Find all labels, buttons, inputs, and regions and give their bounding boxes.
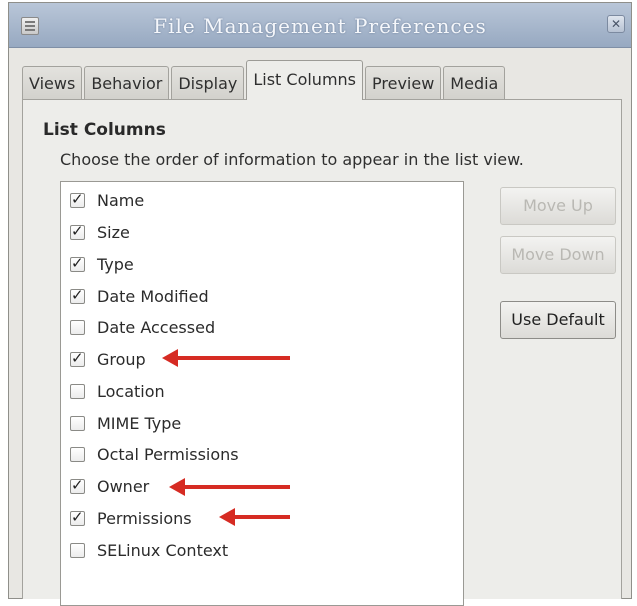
checkbox[interactable] — [70, 476, 85, 494]
tab-preview[interactable]: Preview — [365, 66, 442, 100]
tab-views[interactable]: Views — [22, 66, 83, 100]
list-item-type[interactable]: Type — [61, 252, 461, 276]
list-columns-panel: List Columns Choose the order of informa… — [22, 99, 622, 606]
list-item-octal-permissions[interactable]: Octal Permissions — [61, 442, 461, 466]
tab-display[interactable]: Display — [171, 66, 245, 100]
list-item-date-modified[interactable]: Date Modified — [61, 284, 461, 308]
list-item-date-accessed[interactable]: Date Accessed — [61, 315, 461, 339]
columns-list[interactable]: Name Size Type Date Modified Date Access… — [60, 181, 464, 606]
list-item-label: Location — [97, 381, 165, 401]
checkbox[interactable] — [70, 349, 85, 367]
checkbox[interactable] — [70, 222, 85, 240]
list-item-label: MIME Type — [97, 413, 182, 433]
move-up-button[interactable]: Move Up — [500, 187, 616, 225]
tab-list-columns[interactable]: List Columns — [246, 60, 364, 100]
list-item-label: Date Accessed — [97, 317, 216, 337]
tab-behavior[interactable]: Behavior — [84, 66, 170, 100]
list-item-label: Name — [97, 190, 145, 210]
checkbox[interactable] — [70, 415, 85, 431]
list-item-label: Permissions — [97, 508, 192, 528]
close-button[interactable]: ✕ — [607, 15, 625, 33]
use-default-button[interactable]: Use Default — [500, 301, 616, 339]
list-item-label: Date Modified — [97, 286, 209, 306]
list-item-label: Group — [97, 349, 146, 369]
list-item-selinux-context[interactable]: SELinux Context — [61, 538, 461, 562]
section-title: List Columns — [43, 120, 166, 140]
list-item-label: SELinux Context — [97, 540, 229, 560]
list-item-label: Owner — [97, 476, 150, 496]
checkbox[interactable] — [70, 508, 85, 526]
annotation-arrow-permissions — [219, 508, 290, 526]
annotation-arrow-group — [162, 349, 290, 367]
title-bar[interactable]: File Management Preferences ✕ — [9, 3, 631, 48]
list-item-label: Type — [97, 254, 134, 274]
list-item-mime-type[interactable]: MIME Type — [61, 411, 461, 435]
section-description: Choose the order of information to appea… — [60, 150, 524, 169]
checkbox[interactable] — [70, 286, 85, 304]
window-title: File Management Preferences — [153, 14, 487, 38]
checkbox[interactable] — [70, 446, 85, 462]
tab-media[interactable]: Media — [443, 66, 506, 100]
checkbox[interactable] — [70, 542, 85, 558]
list-item-size[interactable]: Size — [61, 220, 461, 244]
list-item-label: Octal Permissions — [97, 444, 239, 464]
annotation-arrow-owner — [169, 478, 290, 496]
checkbox[interactable] — [70, 383, 85, 399]
checkbox[interactable] — [70, 319, 85, 335]
checkbox[interactable] — [70, 254, 85, 272]
list-item-name[interactable]: Name — [61, 188, 461, 212]
move-down-button[interactable]: Move Down — [500, 236, 616, 274]
tab-bar: Views Behavior Display List Columns Prev… — [22, 60, 507, 100]
list-item-label: Size — [97, 222, 130, 242]
list-item-location[interactable]: Location — [61, 379, 461, 403]
checkbox[interactable] — [70, 190, 85, 208]
